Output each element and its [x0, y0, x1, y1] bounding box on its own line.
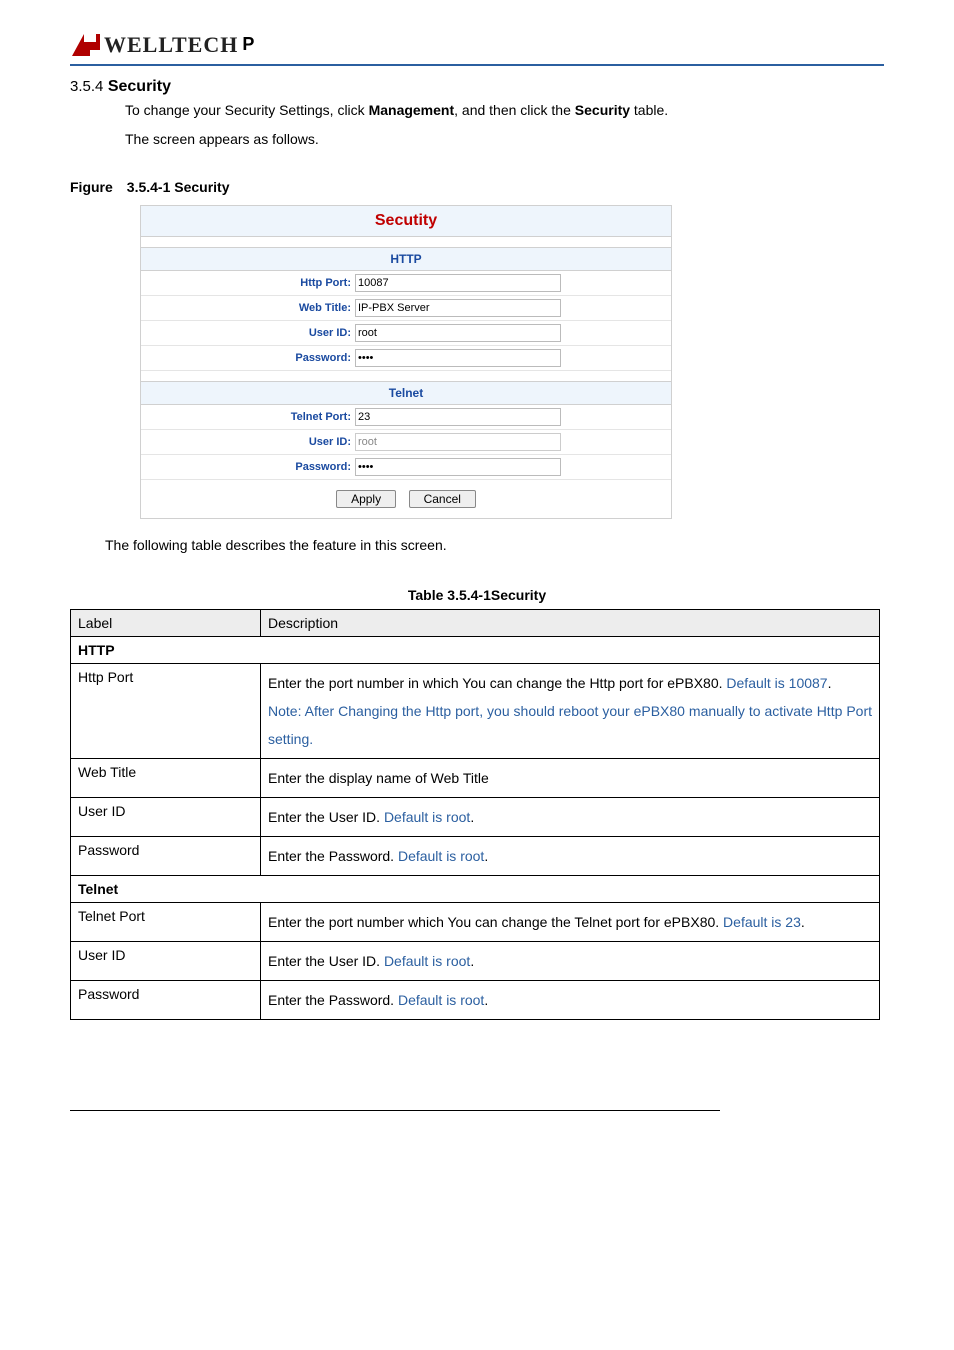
text: Enter the Password. — [268, 992, 398, 1008]
tpwd-label: Password — [71, 980, 261, 1019]
telnet-port-label: Telnet Port: — [141, 411, 355, 423]
text: Enter the User ID. — [268, 953, 384, 969]
table-row: Telnet Port Enter the port number which … — [71, 902, 880, 941]
table-row: User ID Enter the User ID. Default is ro… — [71, 941, 880, 980]
httpport-label: Http Port — [71, 663, 261, 758]
http-section-header: HTTP — [141, 247, 671, 271]
panel-title: Secutity — [141, 206, 671, 237]
telnet-password-input[interactable] — [355, 458, 561, 476]
figure-word: Figure — [70, 179, 113, 195]
default-text: Default is 23 — [723, 914, 801, 930]
http-port-row: Http Port: — [141, 271, 671, 296]
cancel-button[interactable]: Cancel — [409, 490, 476, 508]
text: . — [470, 953, 474, 969]
section-heading: 3.5.4 Security — [70, 78, 884, 96]
brand-text: WELLTECH — [104, 32, 238, 58]
http-password-input[interactable] — [355, 349, 561, 367]
th-description: Description — [261, 609, 880, 636]
telnetport-label: Telnet Port — [71, 902, 261, 941]
figure-caption: Figure 3.5.4-1 Security — [70, 179, 884, 195]
intro-paragraph: To change your Security Settings, click … — [125, 96, 884, 155]
userid-label: User ID — [71, 797, 261, 836]
intro-text: , and then click the — [454, 102, 575, 118]
http-port-input[interactable] — [355, 274, 561, 292]
note-text: Note: After Changing the Http port, you … — [268, 703, 872, 747]
brand-suffix: P — [242, 34, 254, 55]
telnet-section-header: Telnet — [141, 381, 671, 405]
feature-table: Label Description HTTP Http Port Enter t… — [70, 609, 880, 1020]
intro-bold-2: Security — [575, 102, 630, 118]
arrow-up-icon — [70, 30, 102, 60]
tpwd-desc: Enter the Password. Default is root. — [261, 980, 880, 1019]
intro-bold-1: Management — [369, 102, 455, 118]
security-panel: Secutity HTTP Http Port: Web Title: User… — [140, 205, 672, 519]
web-title-input[interactable] — [355, 299, 561, 317]
webtitle-label: Web Title — [71, 758, 261, 797]
table-intro: The following table describes the featur… — [105, 537, 884, 553]
telnet-port-row: Telnet Port: — [141, 405, 671, 430]
section-title: Security — [108, 78, 171, 95]
web-title-label: Web Title: — [141, 302, 355, 314]
http-userid-label: User ID: — [141, 327, 355, 339]
text: . — [470, 809, 474, 825]
default-text: Default is root — [384, 809, 470, 825]
telnet-port-input[interactable] — [355, 408, 561, 426]
table-row: Http Port Enter the port number in which… — [71, 663, 880, 758]
tuserid-label: User ID — [71, 941, 261, 980]
table-row: Telnet — [71, 875, 880, 902]
text: . — [801, 914, 805, 930]
webtitle-desc: Enter the display name of Web Title — [261, 758, 880, 797]
text: . — [484, 992, 488, 1008]
intro-line-2: The screen appears as follows. — [125, 131, 319, 147]
table-row: Password Enter the Password. Default is … — [71, 980, 880, 1019]
default-text: Default is root — [398, 848, 484, 864]
telnet-userid-row: User ID: — [141, 430, 671, 455]
table-row: User ID Enter the User ID. Default is ro… — [71, 797, 880, 836]
http-port-label: Http Port: — [141, 277, 355, 289]
http-userid-input[interactable] — [355, 324, 561, 342]
http-password-row: Password: — [141, 346, 671, 371]
table-row: HTTP — [71, 636, 880, 663]
footer-rule — [70, 1110, 720, 1111]
password-desc: Enter the Password. Default is root. — [261, 836, 880, 875]
text: Enter the Password. — [268, 848, 398, 864]
password-label: Password — [71, 836, 261, 875]
tuserid-desc: Enter the User ID. Default is root. — [261, 941, 880, 980]
th-label: Label — [71, 609, 261, 636]
logo-row: WELLTECH P — [70, 30, 884, 66]
telnet-section-cell: Telnet — [71, 875, 880, 902]
text: Enter the port number which You can chan… — [268, 914, 723, 930]
table-caption: Table 3.5.4-1Security — [70, 587, 884, 603]
text: . — [828, 675, 832, 691]
default-text: Default is root — [384, 953, 470, 969]
http-userid-row: User ID: — [141, 321, 671, 346]
text: . — [484, 848, 488, 864]
intro-text: To change your Security Settings, click — [125, 102, 369, 118]
text: Enter the port number in which You can c… — [268, 675, 726, 691]
userid-desc: Enter the User ID. Default is root. — [261, 797, 880, 836]
table-header-row: Label Description — [71, 609, 880, 636]
apply-button[interactable]: Apply — [336, 490, 396, 508]
table-row: Password Enter the Password. Default is … — [71, 836, 880, 875]
telnet-password-row: Password: — [141, 455, 671, 480]
button-row: Apply Cancel — [141, 480, 671, 518]
default-text: Default is 10087 — [726, 675, 827, 691]
figure-num-title: 3.5.4-1 Security — [127, 179, 230, 195]
section-number: 3.5.4 — [70, 78, 103, 95]
web-title-row: Web Title: — [141, 296, 671, 321]
table-row: Web Title Enter the display name of Web … — [71, 758, 880, 797]
intro-text: table. — [630, 102, 668, 118]
telnetport-desc: Enter the port number which You can chan… — [261, 902, 880, 941]
telnet-userid-label: User ID: — [141, 436, 355, 448]
text: Enter the User ID. — [268, 809, 384, 825]
http-section-cell: HTTP — [71, 636, 880, 663]
default-text: Default is root — [398, 992, 484, 1008]
telnet-userid-input[interactable] — [355, 433, 561, 451]
telnet-password-label: Password: — [141, 461, 355, 473]
http-password-label: Password: — [141, 352, 355, 364]
httpport-desc: Enter the port number in which You can c… — [261, 663, 880, 758]
